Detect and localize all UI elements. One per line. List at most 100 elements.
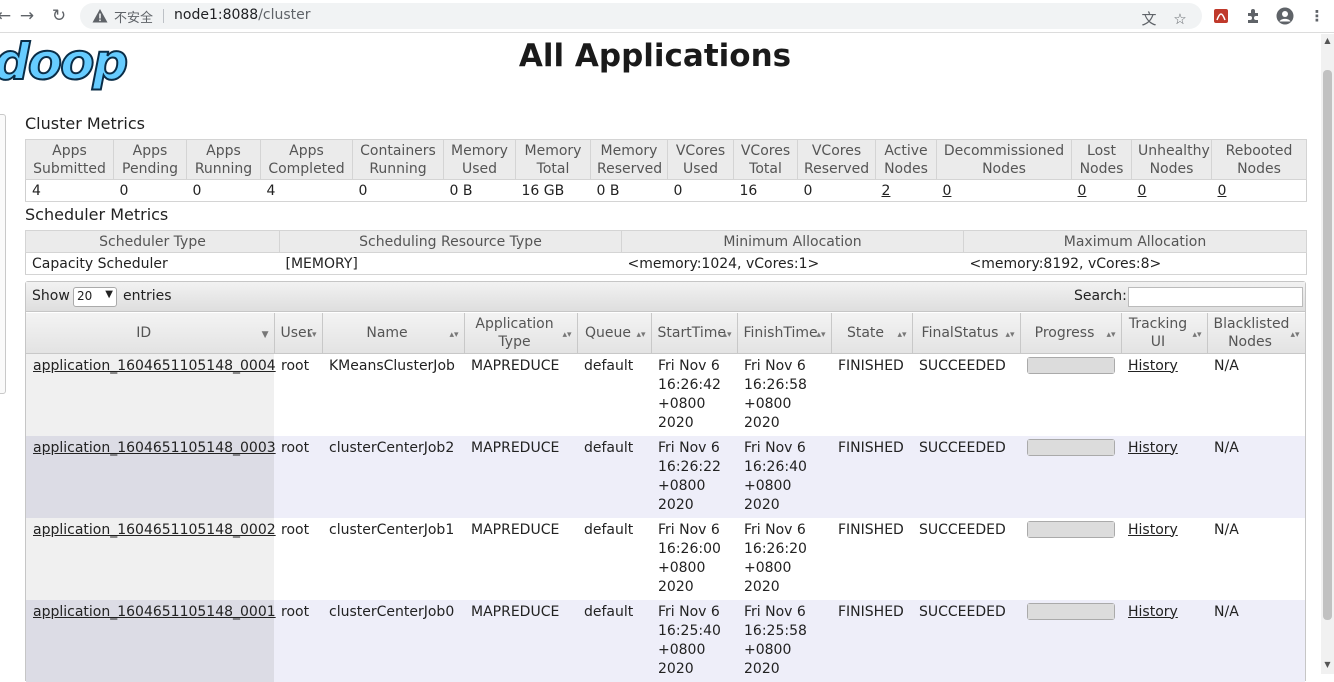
column-header[interactable]: StartTime ▴▾ [651,313,738,354]
extensions-icon[interactable] [1242,5,1264,27]
queue-cell: default [584,357,634,374]
table-row: application_1604651105148_0004 root KMeans… [26,353,1305,436]
app-type-cell: MAPREDUCE [471,439,560,456]
tracking-ui-link[interactable]: History [1128,522,1178,538]
column-header[interactable]: User ▴▾ [274,313,323,354]
cluster-metric-header: Memory Reserved [590,139,668,180]
application-id-link[interactable]: application_1604651105148_0004 [33,358,276,374]
menu-icon[interactable]: ⋮ [1306,5,1328,27]
scroll-down-icon[interactable]: ▼ [1323,660,1332,669]
metric-value-text: 4 [32,182,41,199]
column-header[interactable]: Progress ▴▾ [1020,313,1122,354]
blacklisted-nodes-cell: N/A [1207,435,1305,518]
scroll-up-icon[interactable]: ▲ [1323,36,1332,45]
sort-desc-icon: ▼ [261,330,269,340]
cluster-metric-header: Rebooted Nodes [1211,139,1307,180]
cluster-metric-value: 0 [186,179,261,202]
state-cell: FINISHED [838,521,904,538]
column-header[interactable]: Name ▴▾ [322,313,465,354]
metric-value-text: 0 B [596,182,620,199]
chevron-down-icon: ▼ [105,289,113,300]
app-name-cell: clusterCenterJob0 [329,603,455,620]
finish-time-cell: Fri Nov 6 16:25:58 +0800 2020 [737,599,831,682]
cluster-metric-value: 16 [733,179,798,202]
cluster-metric-value: 0 [1131,179,1212,202]
cluster-metric-header: VCores Used [667,139,734,180]
column-header[interactable]: FinalStatus ▴▾ [912,313,1021,354]
application-id-link[interactable]: application_1604651105148_0001 [33,604,276,620]
reload-icon[interactable]: ↻ [47,4,71,28]
cluster-metric-header: Apps Submitted [25,139,114,180]
address-bar[interactable]: 不安全 node1:8088/cluster 文 ☆ [80,3,1202,29]
app-name-cell: clusterCenterJob1 [329,521,455,538]
forward-icon[interactable]: → [15,4,39,28]
star-icon[interactable]: ☆ [1169,8,1191,30]
cluster-metric-value: 0 [1071,179,1132,202]
column-header[interactable]: ID ▼ [26,313,275,354]
queue-cell: default [584,439,634,456]
metric-value-text: 0 [192,182,202,199]
state-cell: FINISHED [831,517,912,600]
node-count-link[interactable]: 0 [1138,183,1147,199]
table-row: application_1604651105148_0003 root cluste… [26,435,1305,518]
sort-icon: ▴▾ [897,330,907,340]
finish-time-cell: Fri Nov 6 16:26:40 +0800 2020 [744,439,807,513]
cluster-metric-value: 0 [1211,179,1307,202]
blacklisted-nodes-cell: N/A [1207,353,1305,436]
tracking-ui-link[interactable]: History [1128,604,1178,620]
scheduler-metrics-title: Scheduler Metrics [25,205,169,224]
node-count-link[interactable]: 0 [1078,183,1087,199]
cluster-metric-header: Apps Pending [113,139,187,180]
node-count-link[interactable]: 0 [1218,183,1227,199]
sort-icon: ▴▾ [1290,330,1300,340]
cluster-metric-header: Memory Total [515,139,591,180]
column-header[interactable]: State ▴▾ [831,313,913,354]
url-host: node1:8088 [174,7,259,23]
column-header[interactable]: Application Type ▴▾ [464,313,578,354]
tracking-ui-link[interactable]: History [1128,440,1178,456]
app-type-cell: MAPREDUCE [464,517,577,600]
state-cell: FINISHED [831,599,912,682]
start-time-cell: Fri Nov 6 16:26:22 +0800 2020 [651,435,737,518]
cluster-metric-header: Apps Running [186,139,261,180]
column-header[interactable]: FinishTime ▴▾ [737,313,832,354]
blacklisted-nodes-cell: N/A [1214,439,1239,456]
page-size-select[interactable]: 20 ▼ [73,287,117,307]
node-count-link[interactable]: 0 [943,183,952,199]
finish-time-cell: Fri Nov 6 16:26:20 +0800 2020 [737,517,831,600]
column-header[interactable]: Tracking UI ▴▾ [1121,313,1208,354]
scheduler-metric-header: Scheduling Resource Type [279,230,622,253]
final-status-cell: SUCCEEDED [912,599,1020,682]
sort-icon: ▴▾ [449,330,459,340]
pdf-icon[interactable] [1210,5,1232,27]
column-header[interactable]: Queue ▴▾ [577,313,652,354]
page-scrollbar[interactable]: ▲ ▼ [1321,34,1334,674]
finish-time-cell: Fri Nov 6 16:26:40 +0800 2020 [737,435,831,518]
application-id-link[interactable]: application_1604651105148_0003 [33,440,276,456]
warning-icon [92,9,108,23]
search-input[interactable] [1128,287,1303,307]
translate-icon[interactable]: 文 [1138,8,1160,30]
profile-icon[interactable] [1274,5,1296,27]
column-header-label: Tracking UI [1128,315,1188,350]
scheduler-metrics-value-row: Capacity Scheduler [MEMORY] <memory:1024, … [25,252,1307,275]
tracking-ui-link[interactable]: History [1128,358,1178,374]
cluster-metrics-value-row: 4 0 0 4 0 0 B 16 GB 0 B 0 16 0 2 0 0 0 0 [25,179,1307,202]
cluster-metric-value: 4 [260,179,353,202]
final-status-cell: SUCCEEDED [919,357,1006,374]
table-row: application_1604651105148_0002 root cluste… [26,517,1305,600]
node-count-link[interactable]: 2 [882,183,891,199]
left-nav-panel[interactable] [0,114,6,394]
url-text[interactable]: node1:8088/cluster [174,7,311,23]
scrollbar-thumb[interactable] [1323,70,1332,620]
scheduler-metric-value: <memory:8192, vCores:8> [963,252,1307,275]
column-header-label: Blacklisted Nodes [1213,315,1290,350]
final-status-cell: SUCCEEDED [919,521,1006,538]
final-status-cell: SUCCEEDED [912,353,1020,436]
column-header[interactable]: Blacklisted Nodes ▴▾ [1207,313,1306,354]
start-time-cell: Fri Nov 6 16:25:40 +0800 2020 [658,603,721,677]
application-id-link[interactable]: application_1604651105148_0002 [33,522,276,538]
back-icon[interactable]: ← [0,4,16,28]
cluster-metric-value: 0 B [590,179,668,202]
app-type-cell: MAPREDUCE [471,521,560,538]
